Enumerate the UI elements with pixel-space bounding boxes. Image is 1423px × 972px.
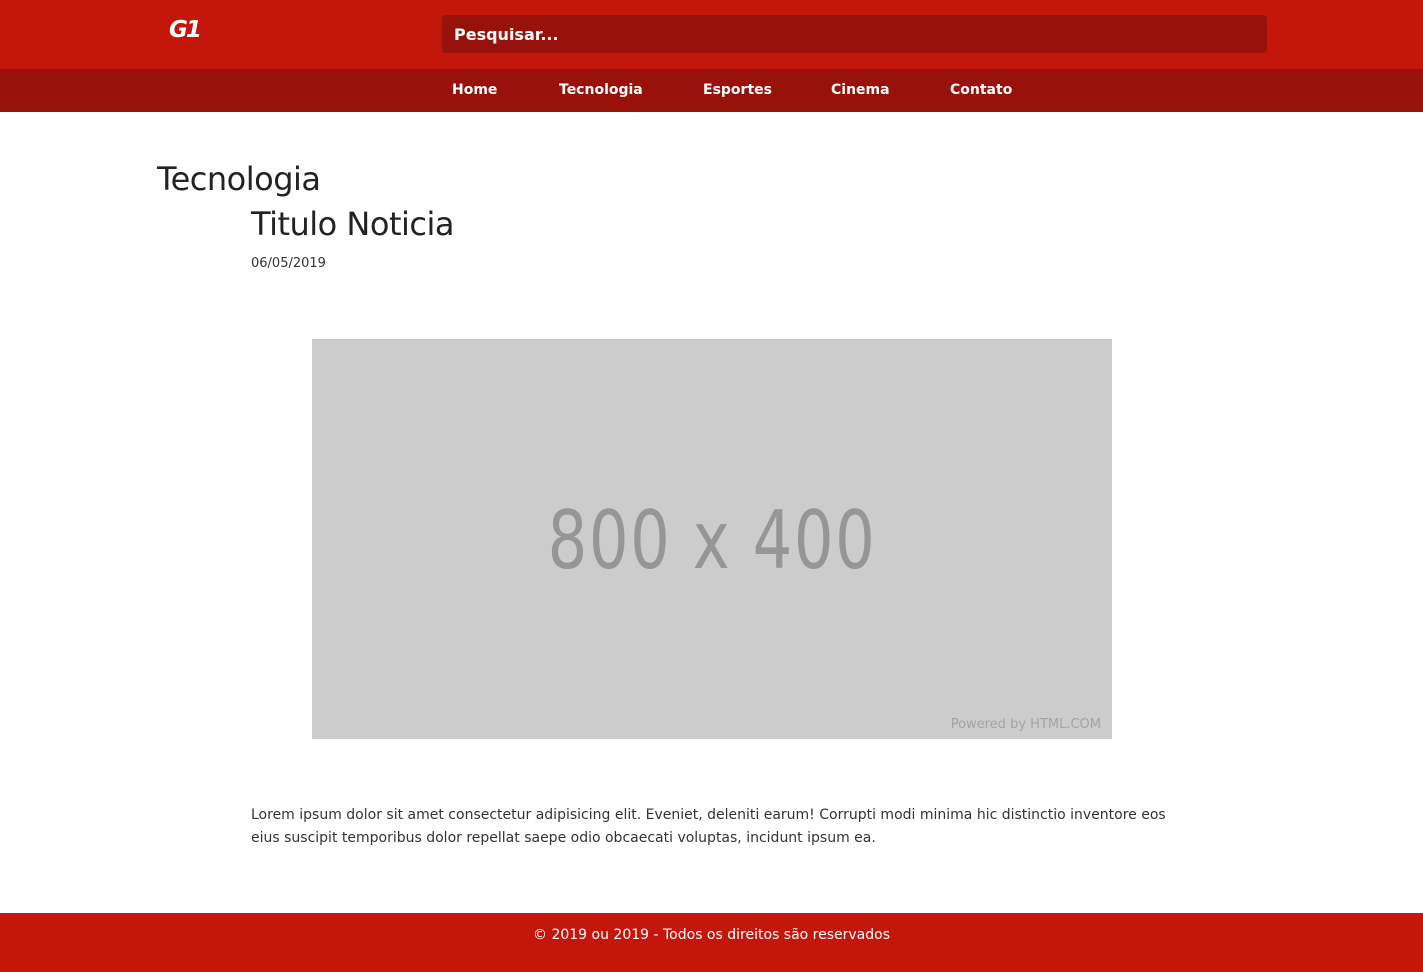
article-body: Lorem ipsum dolor sit amet consectetur a…	[251, 807, 1166, 846]
nav-item-tecnologia[interactable]: Tecnologia	[559, 69, 643, 112]
nav-item-home[interactable]: Home	[452, 69, 497, 112]
main-nav: Home Tecnologia Esportes Cinema Contato	[0, 69, 1423, 112]
footer: © 2019 ou 2019 - Todos os direitos são r…	[0, 913, 1423, 972]
footer-copyright: © 2019 ou 2019 - Todos os direitos são r…	[533, 927, 890, 943]
search-box[interactable]	[442, 15, 1267, 53]
g1-logo[interactable]: G1	[169, 17, 202, 43]
nav-item-cinema[interactable]: Cinema	[831, 69, 890, 112]
article-date: 06/05/2019	[251, 256, 326, 271]
header-topbar: G1	[0, 0, 1423, 69]
article-title: Titulo Noticia	[251, 205, 454, 243]
article-image: 800 x 400 Powered by HTML.COM	[312, 339, 1112, 739]
search-input[interactable]	[454, 24, 1267, 44]
section-title: Tecnologia	[157, 160, 321, 198]
image-dimensions-label: 800 x 400	[547, 494, 877, 587]
image-credit: Powered by HTML.COM	[950, 717, 1101, 732]
nav-item-esportes[interactable]: Esportes	[703, 69, 772, 112]
nav-item-contato[interactable]: Contato	[950, 69, 1012, 112]
